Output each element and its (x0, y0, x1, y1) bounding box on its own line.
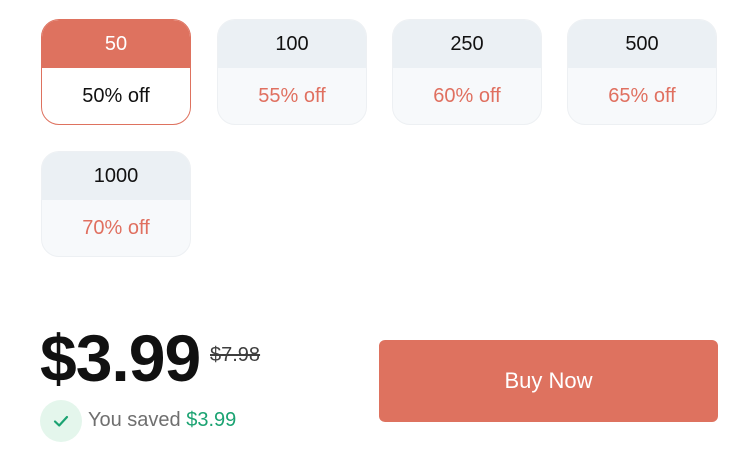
tier-quantity: 50 (42, 20, 190, 68)
savings-label: You saved (88, 409, 181, 431)
savings-amount: $3.99 (186, 409, 237, 431)
tier-card-500[interactable]: 500 65% off (567, 19, 717, 125)
check-icon (40, 400, 82, 442)
original-price: $7.98 (210, 344, 261, 366)
pricing-panel: 50 50% off 100 55% off 250 60% off 500 6… (0, 0, 744, 462)
tier-discount: 60% off (433, 84, 501, 107)
tier-quantity: 1000 (42, 152, 190, 200)
buy-now-button[interactable]: Buy Now (379, 340, 718, 422)
tier-discount: 55% off (258, 84, 326, 107)
tier-discount: 50% off (82, 84, 150, 107)
tier-card-250[interactable]: 250 60% off (392, 19, 542, 125)
current-price: $3.99 (40, 321, 201, 395)
tier-card-100[interactable]: 100 55% off (217, 19, 367, 125)
tier-quantity: 250 (393, 20, 541, 68)
tier-discount: 70% off (82, 216, 150, 239)
tier-quantity: 100 (218, 20, 366, 68)
tier-quantity: 500 (568, 20, 716, 68)
tier-discount: 65% off (608, 84, 676, 107)
savings-text: You saved $3.99 (88, 409, 236, 432)
tier-card-50[interactable]: 50 50% off (41, 19, 191, 125)
tier-card-1000[interactable]: 1000 70% off (41, 151, 191, 257)
check-icon-glyph (53, 415, 69, 427)
